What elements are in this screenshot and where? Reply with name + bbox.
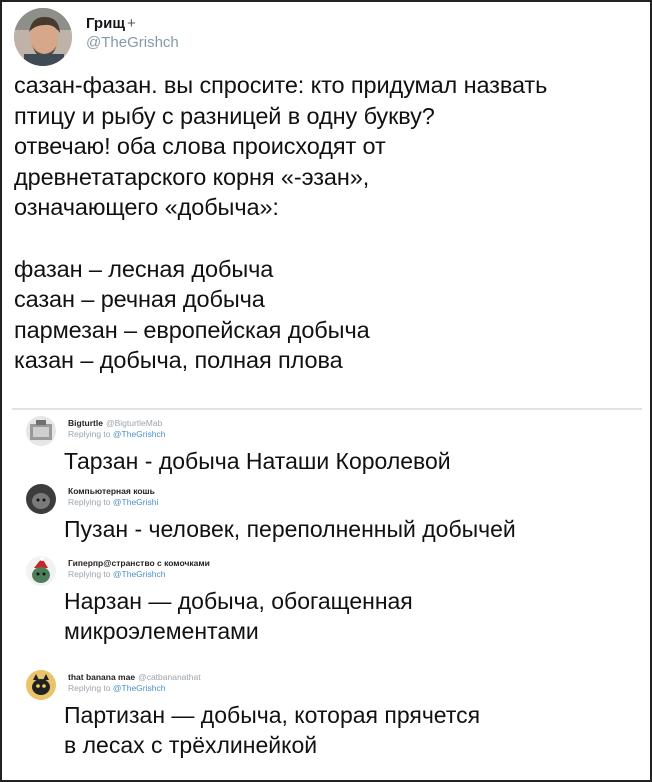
reply-text-line: в лесах с трёхлинейкой <box>64 732 318 758</box>
reply-avatar[interactable] <box>26 416 56 446</box>
author-name-row[interactable]: Грищ + <box>86 15 179 33</box>
tweet-list-line: казан – добыча, полная плова <box>14 347 343 373</box>
reply-author-handle[interactable]: @catbananathat <box>138 672 201 682</box>
reply-author-handle[interactable]: @BigturtleMab <box>106 418 162 428</box>
replying-to-label: Replying to <box>68 429 111 439</box>
reply-text-line: микроэлементами <box>64 618 259 644</box>
tweet-header: Грищ + @TheGrishch <box>14 8 179 66</box>
reply-item: Гиперпр@странство с комочками Replying t… <box>26 556 636 646</box>
reply-author-name[interactable]: Гиперпр@странство с комочками <box>68 558 210 568</box>
tweet-text-line: древнетатарского корня «-эзан», <box>14 163 370 190</box>
tweet-text-line: отвечаю! оба слова происходят от <box>14 133 386 159</box>
tweet-text-line: сазан-фазан. вы спросите: кто придумал н… <box>14 72 548 98</box>
reply-meta: Bigturtle @BigturtleMab Replying to @TheG… <box>68 416 165 440</box>
christmas-avatar-icon <box>26 556 56 586</box>
reply-header: Компьютерная кошь Replying to @TheGrishi <box>26 484 636 514</box>
reply-meta: that banana mae @catbananathat Replying t… <box>68 670 201 694</box>
reply-avatar[interactable] <box>26 484 56 514</box>
turtle-avatar-icon <box>26 416 56 446</box>
tweet-text: сазан-фазан. вы спросите: кто придумал н… <box>14 70 644 376</box>
reply-text-line: Партизан — добыча, которая прячется <box>64 702 481 728</box>
reply-text-line: Тарзан - добыча Наташи Королевой <box>64 448 451 474</box>
reply-text-line: Нарзан — добыча, обогащенная <box>64 588 413 614</box>
replying-to-handle[interactable]: @TheGrishch <box>113 683 166 693</box>
reply-author-name[interactable]: that banana mae <box>68 672 135 682</box>
reply-item: that banana mae @catbananathat Replying t… <box>26 670 636 760</box>
reply-avatar[interactable] <box>26 556 56 586</box>
reply-text: Нарзан — добыча, обогащенная микроэлемен… <box>64 586 636 646</box>
reply-meta: Гиперпр@странство с комочками Replying t… <box>68 556 213 580</box>
replying-to-label: Replying to <box>68 569 111 579</box>
tweet-list-line: сазан – речная добыча <box>14 286 265 312</box>
cat-avatar-icon <box>26 484 56 514</box>
tweet-text-line: означающего «добыча»: <box>14 194 279 220</box>
tweet-list-line: фазан – лесная добыча <box>14 255 274 282</box>
cat-avatar-icon <box>26 670 56 700</box>
reply-header: Bigturtle @BigturtleMab Replying to @TheG… <box>26 416 636 446</box>
tweet-screenshot: Грищ + @TheGrishch сазан-фазан. вы спроси… <box>0 0 652 782</box>
replying-to-handle[interactable]: @TheGrishch <box>113 569 166 579</box>
reply-item: Компьютерная кошь Replying to @TheGrishi… <box>26 484 636 544</box>
tweet-list-line: пармезан – европейская добыча <box>14 316 370 343</box>
reply-author-name[interactable]: Компьютерная кошь <box>68 486 155 496</box>
replying-to-handle[interactable]: @TheGrishch <box>113 429 166 439</box>
author-handle[interactable]: @TheGrishch <box>86 33 179 53</box>
replying-to-handle[interactable]: @TheGrishi <box>113 497 158 507</box>
reply-text: Пузан - человек, переполненный добычей <box>64 514 636 544</box>
reply-text: Тарзан - добыча Наташи Королевой <box>64 446 636 476</box>
reply-item: Bigturtle @BigturtleMab Replying to @TheG… <box>26 416 636 476</box>
reply-header: Гиперпр@странство с комочками Replying t… <box>26 556 636 586</box>
reply-header: that banana mae @catbananathat Replying t… <box>26 670 636 700</box>
author-suffix: + <box>126 15 136 32</box>
reply-avatar[interactable] <box>26 670 56 700</box>
reply-text-line: Пузан - человек, переполненный добычей <box>64 516 516 542</box>
author-avatar-image <box>14 8 72 66</box>
replies-divider <box>12 408 642 410</box>
author-name: Грищ <box>86 15 125 32</box>
reply-text: Партизан — добыча, которая прячется в ле… <box>64 700 636 760</box>
author-avatar[interactable] <box>14 8 72 66</box>
reply-meta: Компьютерная кошь Replying to @TheGrishi <box>68 484 158 508</box>
tweet-text-line: птицу и рыбу с разницей в одну букву? <box>14 102 435 129</box>
replying-to-label: Replying to <box>68 683 111 693</box>
author-names: Грищ + @TheGrishch <box>86 15 179 53</box>
reply-author-name[interactable]: Bigturtle <box>68 418 103 428</box>
replying-to-label: Replying to <box>68 497 111 507</box>
